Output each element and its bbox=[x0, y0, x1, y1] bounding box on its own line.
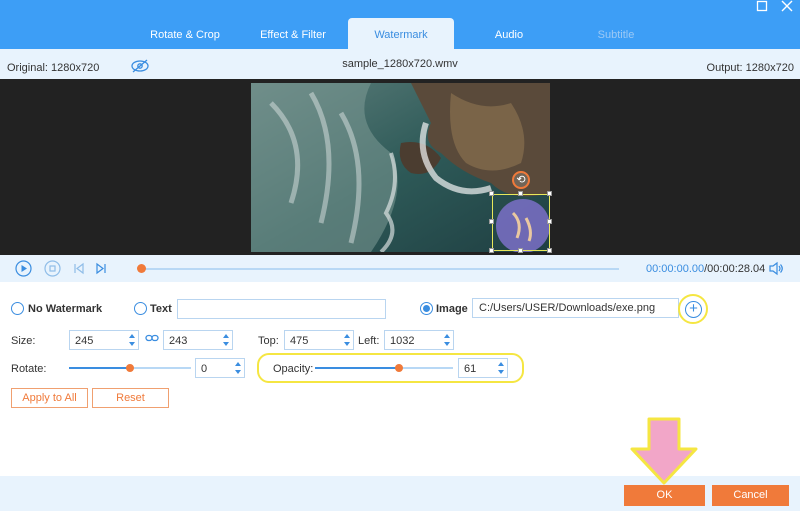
left-stepper[interactable]: 1032 bbox=[384, 330, 454, 350]
rotate-label: Rotate: bbox=[11, 363, 47, 375]
resize-handle[interactable] bbox=[489, 191, 494, 196]
reset-button[interactable]: Reset bbox=[92, 388, 169, 408]
top-label: Top: bbox=[258, 335, 279, 347]
playback-bar: 00:00:00.00/00:00:28.04 bbox=[0, 255, 800, 282]
tab-effect-filter[interactable]: Effect & Filter bbox=[248, 18, 338, 49]
stepper-arrows-icon[interactable] bbox=[222, 332, 230, 348]
link-aspect-icon[interactable] bbox=[145, 332, 159, 347]
file-name: sample_1280x720.wmv bbox=[342, 58, 458, 70]
height-stepper[interactable]: 243 bbox=[163, 330, 233, 350]
cancel-button[interactable]: Cancel bbox=[712, 485, 789, 506]
size-label: Size: bbox=[11, 335, 36, 347]
resize-handle[interactable] bbox=[489, 219, 494, 224]
resize-handle[interactable] bbox=[518, 248, 523, 253]
ok-button[interactable]: OK bbox=[624, 485, 705, 506]
left-label: Left: bbox=[358, 335, 380, 347]
resize-handle[interactable] bbox=[489, 248, 494, 253]
volume-icon[interactable] bbox=[768, 261, 784, 279]
opacity-label: Opacity: bbox=[273, 363, 314, 375]
image-path-field[interactable]: C:/Users/USER/Downloads/exe.png bbox=[472, 298, 679, 318]
rotate-slider-knob[interactable] bbox=[126, 364, 134, 372]
tab-watermark[interactable]: Watermark bbox=[348, 18, 454, 49]
next-frame-icon[interactable] bbox=[94, 260, 111, 277]
image-path-value: C:/Users/USER/Downloads/exe.png bbox=[479, 302, 656, 314]
stepper-arrows-icon[interactable] bbox=[497, 360, 505, 376]
resize-handle[interactable] bbox=[547, 248, 552, 253]
play-icon[interactable] bbox=[15, 260, 32, 277]
info-bar: Original: 1280x720 sample_1280x720.wmv O… bbox=[0, 49, 800, 79]
height-value: 243 bbox=[169, 335, 188, 347]
opacity-value: 61 bbox=[464, 363, 477, 375]
output-resolution: Output: 1280x720 bbox=[706, 62, 794, 74]
resize-handle[interactable] bbox=[547, 191, 552, 196]
text-radio[interactable] bbox=[134, 302, 147, 315]
image-label: Image bbox=[436, 303, 468, 315]
resize-handle[interactable] bbox=[518, 191, 523, 196]
maximize-icon[interactable] bbox=[754, 0, 770, 14]
close-icon[interactable] bbox=[779, 0, 795, 14]
text-watermark-input[interactable] bbox=[177, 299, 386, 319]
timeline-track[interactable] bbox=[141, 268, 619, 270]
stepper-arrows-icon[interactable] bbox=[443, 332, 451, 348]
pointer-arrow-icon bbox=[629, 417, 699, 488]
no-watermark-label: No Watermark bbox=[28, 303, 103, 315]
previous-frame-icon[interactable] bbox=[72, 260, 89, 277]
stop-icon[interactable] bbox=[44, 260, 61, 277]
width-stepper[interactable]: 245 bbox=[69, 330, 139, 350]
left-value: 1032 bbox=[390, 335, 415, 347]
plus-icon: + bbox=[685, 301, 702, 318]
rotate-stepper[interactable]: 0 bbox=[195, 358, 245, 378]
resize-handle[interactable] bbox=[547, 219, 552, 224]
rotate-slider-fill bbox=[69, 367, 130, 369]
watermark-bounding-box[interactable] bbox=[492, 194, 550, 251]
stepper-arrows-icon[interactable] bbox=[128, 332, 136, 348]
rotate-value: 0 bbox=[201, 363, 208, 375]
opacity-slider[interactable] bbox=[315, 364, 453, 372]
rotate-slider[interactable] bbox=[69, 364, 191, 372]
opacity-slider-fill bbox=[315, 367, 400, 369]
current-time: 00:00:00.00 bbox=[646, 263, 705, 275]
rotate-handle-icon[interactable]: ⟲ bbox=[512, 171, 530, 189]
no-watermark-radio[interactable] bbox=[11, 302, 24, 315]
top-stepper[interactable]: 475 bbox=[284, 330, 354, 350]
timeline-knob[interactable] bbox=[137, 264, 146, 273]
tab-rotate-crop[interactable]: Rotate & Crop bbox=[140, 18, 230, 49]
image-radio[interactable] bbox=[420, 302, 433, 315]
video-preview: ⟲ bbox=[0, 79, 800, 255]
top-value: 475 bbox=[290, 335, 309, 347]
text-label: Text bbox=[150, 303, 172, 315]
tab-audio[interactable]: Audio bbox=[466, 18, 552, 49]
add-image-button[interactable]: + bbox=[678, 294, 708, 324]
tab-bar: Rotate & Crop Effect & Filter Watermark … bbox=[0, 0, 800, 49]
total-time: /00:00:28.04 bbox=[704, 263, 766, 275]
opacity-stepper[interactable]: 61 bbox=[458, 358, 508, 378]
stepper-arrows-icon[interactable] bbox=[343, 332, 351, 348]
width-value: 245 bbox=[75, 335, 94, 347]
apply-to-all-button[interactable]: Apply to All bbox=[11, 388, 88, 408]
stepper-arrows-icon[interactable] bbox=[234, 360, 242, 376]
tab-subtitle[interactable]: Subtitle bbox=[572, 18, 660, 49]
time-display: 00:00:00.00/00:00:28.04 bbox=[646, 263, 765, 275]
